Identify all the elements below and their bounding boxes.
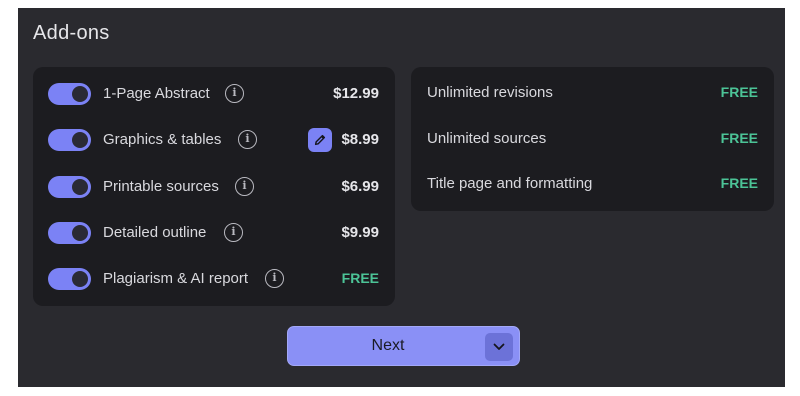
toggle-knob (72, 225, 88, 241)
feature-label: Title page and formatting (427, 175, 593, 192)
toggle-knob (72, 179, 88, 195)
addon-label: Plagiarism & AI report (103, 270, 249, 287)
addon-toggle-printable-sources[interactable] (48, 176, 91, 198)
addon-label: 1-Page Abstract (103, 85, 210, 102)
addon-price: $8.99 (341, 131, 379, 148)
next-options-dropdown[interactable] (485, 333, 513, 361)
addon-price: $12.99 (333, 85, 379, 102)
pencil-icon (314, 134, 326, 146)
addon-label: Detailed outline (103, 224, 207, 241)
addon-row-printable-sources: Printable sources i $6.99 (33, 172, 395, 202)
addons-panel: Add-ons 1-Page Abstract i $12.99 Graphic… (18, 8, 785, 387)
feature-row: Unlimited sources FREE (411, 124, 774, 154)
addon-row-outline: Detailed outline i $9.99 (33, 218, 395, 248)
info-icon[interactable]: i (224, 223, 243, 242)
addon-row-abstract: 1-Page Abstract i $12.99 (33, 79, 395, 109)
addon-toggle-outline[interactable] (48, 222, 91, 244)
addon-toggle-plagiarism[interactable] (48, 268, 91, 290)
addon-row-plagiarism: Plagiarism & AI report i FREE (33, 264, 395, 294)
feature-label: Unlimited sources (427, 130, 547, 147)
toggle-knob (72, 271, 88, 287)
addon-toggle-graphics[interactable] (48, 129, 91, 151)
next-button[interactable]: Next (287, 326, 520, 366)
feature-price-free: FREE (720, 175, 758, 191)
page-title: Add-ons (33, 22, 110, 44)
toggle-knob (72, 86, 88, 102)
feature-row: Unlimited revisions FREE (411, 78, 774, 108)
addon-row-graphics: Graphics & tables i $8.99 (33, 125, 395, 155)
toggle-knob (72, 132, 88, 148)
addon-toggle-abstract[interactable] (48, 83, 91, 105)
addon-price: $9.99 (341, 224, 379, 241)
feature-label: Unlimited revisions (427, 84, 553, 101)
chevron-down-icon (493, 343, 505, 350)
addon-label: Graphics & tables (103, 131, 222, 148)
feature-row: Title page and formatting FREE (411, 169, 774, 199)
info-icon[interactable]: i (238, 130, 257, 149)
included-features-card: Unlimited revisions FREE Unlimited sourc… (411, 67, 774, 211)
addon-label: Printable sources (103, 178, 219, 195)
feature-price-free: FREE (720, 84, 758, 100)
addon-price: $6.99 (341, 178, 379, 195)
info-icon[interactable]: i (225, 84, 244, 103)
paid-addons-card: 1-Page Abstract i $12.99 Graphics & tabl… (33, 67, 395, 306)
info-icon[interactable]: i (235, 177, 254, 196)
feature-price-free: FREE (720, 130, 758, 146)
edit-graphics-button[interactable] (308, 128, 332, 152)
info-icon[interactable]: i (265, 269, 284, 288)
next-button-label: Next (371, 337, 405, 354)
addon-price-free: FREE (341, 270, 379, 286)
